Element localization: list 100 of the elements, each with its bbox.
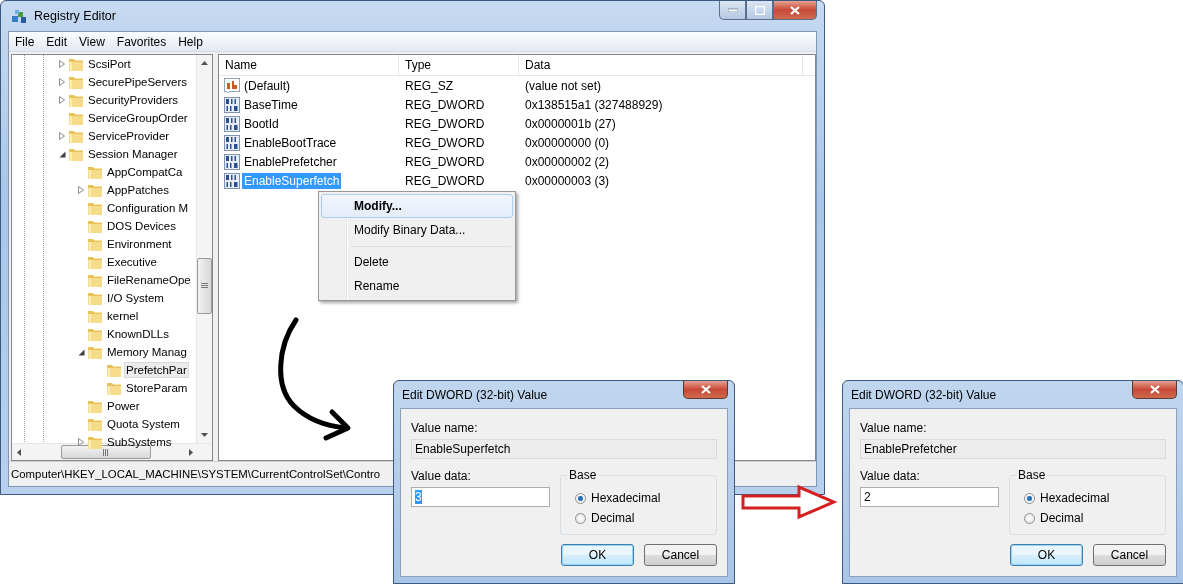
tree-item[interactable]: SecurePipeServers	[86, 74, 190, 90]
radio-button[interactable]	[1024, 492, 1035, 504]
column-header[interactable]: Type	[399, 55, 519, 75]
value-name[interactable]: BootId	[242, 115, 281, 132]
folder-icon	[106, 362, 122, 378]
dialog-button[interactable]: OK	[1010, 544, 1083, 566]
tree-item[interactable]: DOS Devices	[105, 218, 179, 234]
tree-item[interactable]: SecurityProviders	[86, 92, 181, 108]
close-button[interactable]	[683, 381, 728, 399]
dialog-button[interactable]: Cancel	[644, 544, 717, 566]
value-name[interactable]: EnableBootTrace	[242, 134, 339, 151]
tree-item[interactable]: kernel	[105, 308, 141, 324]
expand-arrow-icon[interactable]	[78, 186, 84, 194]
value-data: 0x0000001b (27)	[524, 116, 617, 131]
dialog-title: Edit DWORD (32-bit) Value	[401, 387, 548, 402]
radio-button[interactable]	[575, 512, 586, 524]
value-name[interactable]: EnablePrefetcher	[242, 153, 339, 170]
folder-icon	[87, 398, 103, 414]
tree-item[interactable]: AppPatches	[105, 182, 171, 198]
folder-icon	[68, 92, 84, 108]
menu-item[interactable]: Favorites	[110, 34, 173, 49]
collapse-arrow-icon[interactable]	[58, 150, 66, 158]
grip-icon[interactable]	[201, 283, 208, 289]
value-data: 0x00000003 (3)	[524, 173, 611, 188]
dialog-button[interactable]: Cancel	[1093, 544, 1166, 566]
menu-item[interactable]: File	[9, 34, 41, 49]
expand-arrow-icon[interactable]	[59, 96, 65, 104]
tree-item[interactable]: ServiceProvider	[86, 128, 172, 144]
field-label: Value name:	[860, 421, 928, 435]
close-icon	[1149, 385, 1160, 394]
close-button[interactable]	[773, 1, 817, 20]
column-header[interactable]: Name	[219, 55, 399, 75]
binary-value-icon	[224, 172, 240, 189]
folder-icon	[87, 434, 103, 450]
menu-item[interactable]: Help	[172, 34, 209, 49]
expand-arrow-icon[interactable]	[59, 78, 65, 86]
scroll-right-icon[interactable]	[189, 448, 193, 456]
maximize-button[interactable]	[746, 1, 773, 20]
menu-item[interactable]: Rename	[321, 274, 513, 298]
menu-item[interactable]: Modify...	[321, 194, 513, 218]
scroll-down-icon[interactable]	[201, 433, 208, 437]
binary-value-icon	[224, 134, 240, 151]
tree-item[interactable]: ServiceGroupOrder	[86, 110, 190, 126]
radio-label[interactable]: Hexadecimal	[1040, 491, 1110, 505]
minimize-button[interactable]	[719, 1, 746, 20]
scroll-left-icon[interactable]	[17, 448, 21, 456]
menu-item[interactable]: Delete	[321, 250, 513, 274]
menu-item[interactable]: View	[73, 34, 111, 49]
vertical-scrollbar[interactable]	[196, 55, 212, 443]
tree-item[interactable]: I/O System	[105, 290, 166, 306]
tree-item[interactable]: Environment	[105, 236, 174, 252]
registry-cubes-icon	[11, 7, 28, 25]
tree-item[interactable]: Configuration M	[105, 200, 191, 216]
value-type: REG_DWORD	[404, 154, 486, 169]
folder-icon	[87, 254, 103, 270]
value-type: REG_DWORD	[404, 135, 486, 150]
expand-arrow-icon[interactable]	[59, 60, 65, 68]
group-label: Base	[1016, 468, 1048, 482]
radio-label[interactable]: Decimal	[1040, 511, 1084, 525]
tree-item[interactable]: Quota System	[105, 416, 182, 432]
tree-item[interactable]: Power	[105, 398, 142, 414]
folder-icon	[87, 236, 103, 252]
radio-button[interactable]	[1024, 512, 1035, 524]
scroll-up-icon[interactable]	[201, 61, 208, 65]
tree-item[interactable]: KnownDLLs	[105, 326, 171, 342]
tree-item[interactable]: Session Manager	[86, 146, 180, 162]
tree-item[interactable]: StoreParam	[124, 380, 190, 396]
expand-arrow-icon[interactable]	[78, 438, 84, 446]
tree-item[interactable]: Memory Manag	[105, 344, 189, 360]
menu-item[interactable]: Edit	[40, 34, 74, 49]
tree-item[interactable]: ScsiPort	[86, 56, 133, 72]
tree-item[interactable]: Executive	[105, 254, 159, 270]
value-type: REG_DWORD	[404, 173, 486, 188]
grip-icon[interactable]	[103, 448, 109, 456]
column-header[interactable]: Data	[519, 55, 803, 75]
folder-icon	[68, 146, 84, 162]
radio-label[interactable]: Decimal	[591, 511, 635, 525]
tree-item[interactable]: FileRenameOpe	[105, 272, 193, 288]
expand-arrow-icon[interactable]	[59, 132, 65, 140]
tree-item[interactable]: PrefetchPar	[124, 362, 189, 378]
maximize-icon	[754, 5, 765, 15]
folder-icon	[87, 416, 103, 432]
minimize-icon	[727, 8, 738, 12]
value-data: 0x138515a1 (327488929)	[524, 97, 664, 112]
dialog-button[interactable]: OK	[561, 544, 634, 566]
folder-icon	[68, 128, 84, 144]
radio-button[interactable]	[575, 492, 586, 504]
close-button[interactable]	[1132, 381, 1177, 399]
menu-item[interactable]: Modify Binary Data...	[321, 218, 513, 242]
collapse-arrow-icon[interactable]	[77, 348, 85, 356]
tree-item[interactable]: AppCompatCa	[105, 164, 185, 180]
value-data-field[interactable]: 2	[860, 487, 999, 507]
value-name[interactable]: (Default)	[242, 77, 292, 94]
tree-item[interactable]: SubSystems	[105, 434, 174, 450]
status-bar-path: Computer\HKEY_LOCAL_MACHINE\SYSTEM\CurrentControlSet\Contro	[11, 468, 381, 480]
folder-icon	[68, 74, 84, 90]
folder-icon	[87, 326, 103, 342]
radio-label[interactable]: Hexadecimal	[591, 491, 661, 505]
value-name[interactable]: BaseTime	[242, 96, 300, 113]
value-name-field: EnablePrefetcher	[860, 439, 1166, 459]
